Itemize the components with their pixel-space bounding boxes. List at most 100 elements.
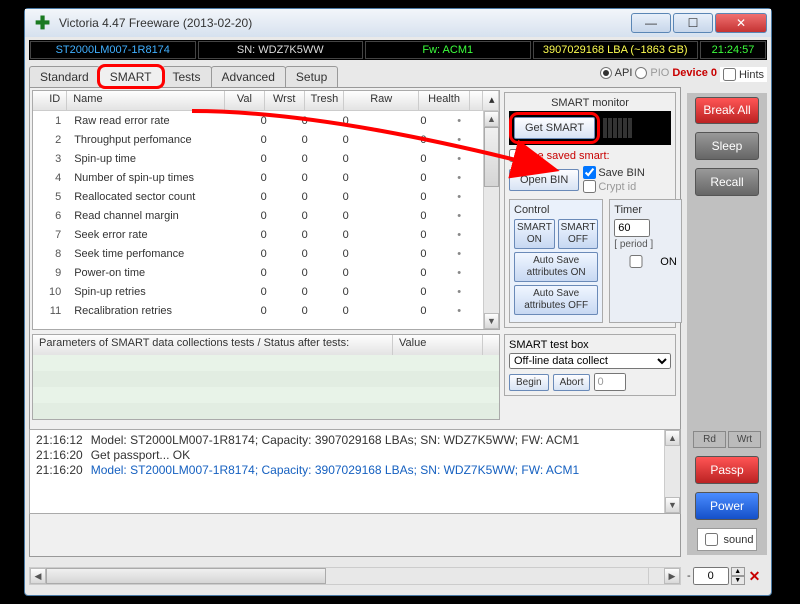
scroll-up-icon[interactable]: ▲ [665,430,680,446]
app-window: ✚ Victoria 4.47 Freeware (2013-02-20) — … [24,8,772,596]
passp-button[interactable]: Passp [695,456,759,484]
log-line: 21:16:20Model: ST2000LM007-1R8174; Capac… [36,463,658,477]
param-col1[interactable]: Parameters of SMART data collections tes… [33,335,393,355]
smart-on-button[interactable]: SMART ON [514,219,555,249]
col-name[interactable]: Name [67,91,225,110]
scroll-thumb[interactable] [46,568,326,584]
tab-advanced[interactable]: Advanced [211,66,286,87]
hints-checkbox[interactable] [723,68,736,81]
table-row[interactable]: 1Raw read error rate0000• [33,111,499,130]
radio-api[interactable] [600,67,612,79]
break-all-button[interactable]: Break All [695,97,759,124]
wrt-cell: Wrt [728,431,761,448]
autosave-off-button[interactable]: Auto Save attributes OFF [514,285,598,315]
side-buttons: Break All Sleep Recall Rd Wrt Passp Powe… [687,93,767,555]
table-row[interactable]: 11Recalibration retries0000• [33,301,499,320]
clear-icon[interactable]: ✕ [749,568,761,585]
get-smart-highlight: Get SMART [512,115,597,141]
bottom-hscroll[interactable]: ◀ ▶ [29,567,681,585]
spinner-updown[interactable]: ▲▼ [731,567,745,585]
radio-pio[interactable] [635,67,647,79]
use-saved-smart[interactable]: Use saved smart: [509,149,610,162]
scroll-thumb[interactable] [484,127,499,187]
grid-vscroll[interactable]: ▲ ▼ [483,111,499,329]
begin-button[interactable]: Begin [509,374,549,391]
power-button[interactable]: Power [695,492,759,520]
period-label: [ period ] [614,239,677,250]
save-bin-check[interactable]: Save BIN [583,166,644,179]
table-row[interactable]: 2Throughput perfomance0000• [33,130,499,149]
minimize-button[interactable]: — [631,13,671,33]
test-select[interactable]: Off-line data collect [509,353,671,369]
sound-toggle[interactable]: sound [697,528,758,551]
maximize-button[interactable]: ☐ [673,13,713,33]
table-row[interactable]: 6Read channel margin0000• [33,206,499,225]
control-title: Control [514,204,598,216]
open-bin-button[interactable]: Open BIN [509,169,579,191]
crypt-id-check[interactable]: Crypt id [583,180,644,193]
tab-tests[interactable]: Tests [162,66,212,87]
table-row[interactable]: 8Seek time perfomance0000• [33,244,499,263]
scroll-down-icon[interactable]: ▼ [665,497,680,513]
log-line: 21:16:20Get passport... OK [36,448,658,462]
get-smart-button[interactable]: Get SMART [514,117,595,139]
titlebar: ✚ Victoria 4.47 Freeware (2013-02-20) — … [25,9,771,37]
col-wrst[interactable]: Wrst [265,91,305,110]
scroll-up-icon[interactable]: ▲ [484,111,499,127]
autosave-on-button[interactable]: Auto Save attributes ON [514,252,598,282]
scroll-right-icon[interactable]: ▶ [664,568,680,584]
hints-label: Hints [739,69,764,81]
col-raw[interactable]: Raw [344,91,419,110]
recall-button[interactable]: Recall [695,168,759,196]
window-title: Victoria 4.47 Freeware (2013-02-20) [59,16,629,30]
status-clock: 21:24:57 [700,41,766,59]
smart-monitor-title: SMART monitor [509,97,671,109]
col-health[interactable]: Health [419,91,470,110]
spinner-input[interactable] [693,567,729,585]
tab-standard[interactable]: Standard [29,66,100,87]
tab-smart[interactable]: SMART [99,66,163,87]
scroll-track[interactable] [46,568,664,584]
col-val[interactable]: Val [225,91,265,110]
log-vscroll[interactable]: ▲ ▼ [664,430,680,513]
col-id[interactable]: ID [33,91,67,110]
log-line: 21:16:12Model: ST2000LM007-1R8174; Capac… [36,433,658,447]
app-icon: ✚ [35,14,53,32]
table-row[interactable]: 7Seek error rate0000• [33,225,499,244]
label-api: API [615,67,633,79]
api-pio-switch: API PIO Device 0 [600,67,717,79]
status-fw: Fw: ACM1 [365,41,531,59]
status-sn: SN: WDZ7K5WW [198,41,364,59]
table-row[interactable]: 9Power-on time0000• [33,263,499,282]
table-row[interactable]: 10Spin-up retries0000• [33,282,499,301]
test-box-title: SMART test box [509,339,671,351]
grid-body: 1Raw read error rate0000•2Throughput per… [33,111,499,329]
close-button[interactable]: ✕ [715,13,767,33]
col-spacer [470,91,483,110]
scroll-left-icon[interactable]: ◀ [30,568,46,584]
param-header: Parameters of SMART data collections tes… [33,335,499,355]
table-row[interactable]: 4Number of spin-up times0000• [33,168,499,187]
table-row[interactable]: 5Reallocated sector count0000• [33,187,499,206]
hints-toggle[interactable]: Hints [720,67,767,82]
log-panel: 21:16:12Model: ST2000LM007-1R8174; Capac… [29,429,681,514]
grid-header: ID Name Val Wrst Tresh Raw Health ▴ [33,91,499,111]
test-num-input[interactable] [594,373,626,391]
col-scroll-corner: ▴ [483,91,499,110]
sleep-button[interactable]: Sleep [695,132,759,160]
table-row[interactable]: 3Spin-up time0000• [33,149,499,168]
bars-icon [603,118,632,138]
status-drive: ST2000LM007-1R8174 [30,41,196,59]
timer-on-check[interactable]: ON [614,252,677,271]
param-body [33,355,499,419]
smart-off-button[interactable]: SMART OFF [558,219,599,249]
col-tresh[interactable]: Tresh [305,91,345,110]
tab-setup[interactable]: Setup [285,66,338,87]
param-col2[interactable]: Value [393,335,483,355]
scroll-down-icon[interactable]: ▼ [484,313,499,329]
resize-grip[interactable] [648,568,664,584]
timer-input[interactable] [614,219,650,237]
param-grid: Parameters of SMART data collections tes… [32,334,500,420]
param-col-spacer [483,335,499,355]
abort-button[interactable]: Abort [553,374,591,391]
